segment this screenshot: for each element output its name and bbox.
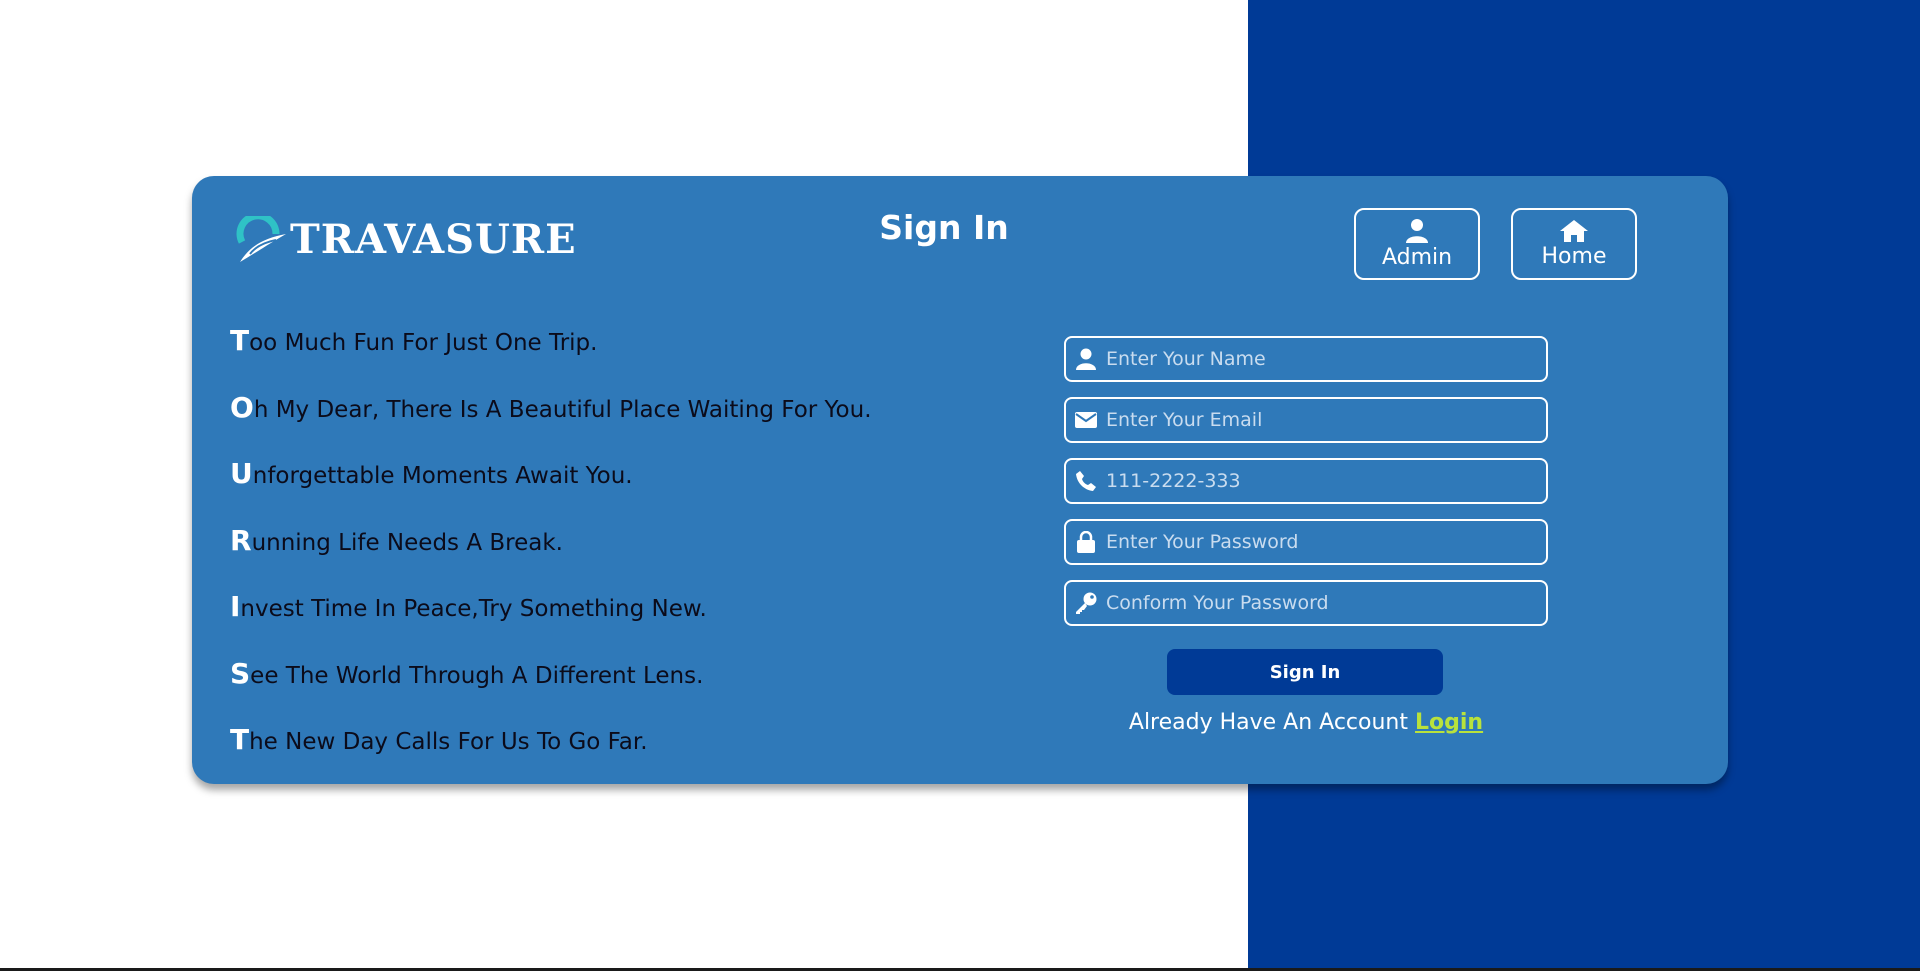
slogan-list: Too Much Fun For Just One Trip. Oh My De… <box>230 326 872 792</box>
login-prompt-text: Already Have An Account <box>1128 710 1408 735</box>
home-button[interactable]: Home <box>1511 208 1637 280</box>
home-button-label: Home <box>1541 243 1607 269</box>
email-input[interactable] <box>1106 399 1546 441</box>
admin-button[interactable]: Admin <box>1354 208 1480 280</box>
login-link[interactable]: Login <box>1415 710 1483 735</box>
slogan-line: Oh My Dear, There Is A Beautiful Place W… <box>230 390 872 424</box>
key-icon <box>1066 592 1106 614</box>
user-icon <box>1066 348 1106 370</box>
slogan-line: Invest Time In Peace,Try Something New. <box>230 590 707 623</box>
slogan-line: The New Day Calls For Us To Go Far. <box>230 723 648 756</box>
password-input[interactable] <box>1106 521 1546 563</box>
password-field <box>1064 519 1548 565</box>
admin-button-label: Admin <box>1381 244 1453 270</box>
confirm-password-input[interactable] <box>1106 582 1546 624</box>
name-input[interactable] <box>1106 338 1546 380</box>
slogan-line: Running Life Needs A Break. <box>230 523 563 557</box>
email-field <box>1064 397 1548 443</box>
envelope-icon <box>1066 412 1106 428</box>
confirm-password-field <box>1064 580 1548 626</box>
home-icon <box>1560 219 1588 242</box>
slogan-line: See The World Through A Different Lens. <box>230 656 704 690</box>
name-field <box>1064 336 1548 382</box>
signin-form: Sign In Already Have An Account Login <box>1064 336 1548 735</box>
page-title: Sign In <box>879 208 1009 247</box>
slogan-line: Unforgettable Moments Await You. <box>230 457 633 490</box>
login-prompt: Already Have An Account Login <box>1064 710 1548 735</box>
signin-button[interactable]: Sign In <box>1167 649 1443 695</box>
phone-field <box>1064 458 1548 504</box>
slogan-line: Too Much Fun For Just One Trip. <box>230 324 598 357</box>
phone-icon <box>1066 471 1106 491</box>
signin-card: TRAVASURE Sign In Admin Home Too Much Fu… <box>192 176 1728 784</box>
lock-icon <box>1066 531 1106 553</box>
phone-input[interactable] <box>1106 460 1546 502</box>
user-icon <box>1406 218 1428 243</box>
